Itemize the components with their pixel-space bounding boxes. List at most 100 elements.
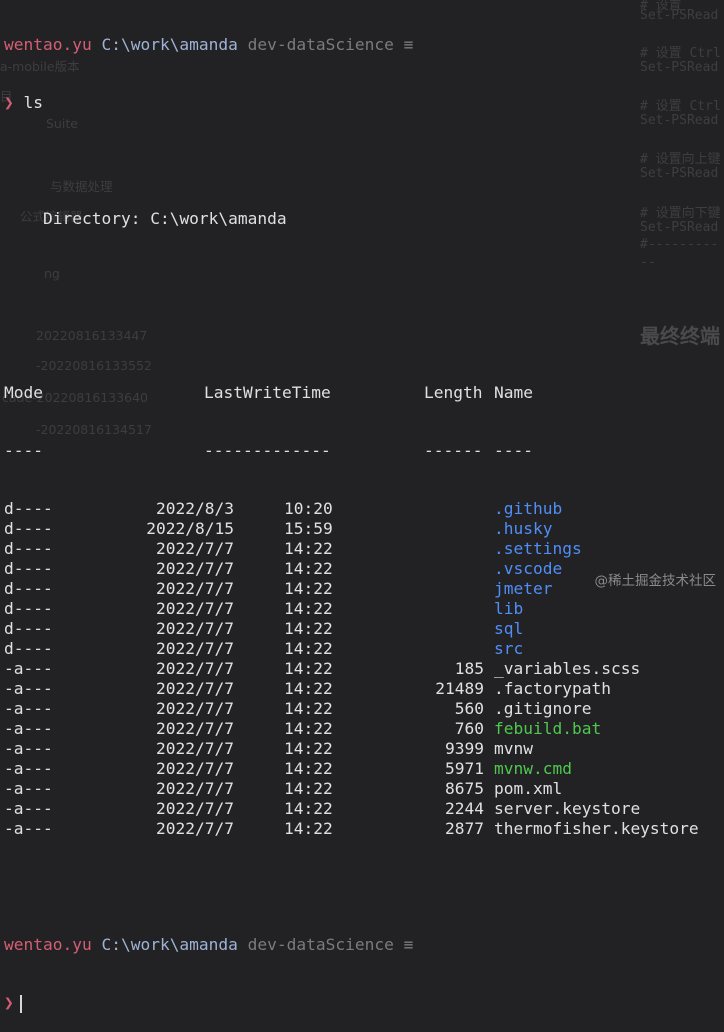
- row-name: server.keystore: [494, 799, 641, 818]
- ghost-text: --: [640, 255, 656, 270]
- row-time: 14:22: [284, 799, 333, 818]
- row-date: 2022/7/7: [156, 639, 234, 658]
- row-name: .factorypath: [494, 679, 611, 698]
- watermark: @稀土掘金技术社区: [594, 573, 717, 589]
- text-cursor[interactable]: [19, 994, 22, 1013]
- row-time: 14:22: [284, 779, 333, 798]
- table-row: d---- 2022/7/7 14:22 .settings: [4, 539, 582, 559]
- row-name: lib: [494, 599, 524, 618]
- command-text: ls: [23, 93, 44, 112]
- ghost-text: # 设置 Ctrl: [640, 46, 721, 61]
- input-line[interactable]: ❯: [4, 993, 413, 1013]
- row-length: 9399: [445, 739, 484, 758]
- row-name: .settings: [494, 539, 582, 558]
- table-row: -a--- 2022/7/7 14:22 9399 mvnw: [4, 739, 533, 759]
- git-status-icon: ≡: [403, 935, 414, 954]
- ghost-heading: 最终终端: [640, 324, 720, 348]
- table-row: d---- 2022/8/3 10:20 .github: [4, 499, 562, 519]
- row-name: febuild.bat: [494, 719, 602, 738]
- prompt-line: wentao.yu C:\work\amanda dev-dataScience…: [4, 935, 413, 955]
- row-mode: d----: [4, 519, 53, 538]
- terminal-output: wentao.yu C:\work\amanda dev-dataScience…: [4, 0, 699, 1032]
- command-line: ❯ ls: [4, 93, 413, 113]
- ghost-text: Set-PSRead: [640, 166, 719, 181]
- row-mode: -a---: [4, 699, 53, 718]
- row-time: 14:22: [284, 639, 333, 658]
- ghost-text: # 设置向上键: [640, 152, 721, 167]
- prompt-user: wentao.yu: [4, 35, 92, 54]
- row-date: 2022/7/7: [156, 699, 234, 718]
- row-date: 2022/7/7: [156, 559, 234, 578]
- row-mode: -a---: [4, 799, 53, 818]
- row-mode: d----: [4, 599, 53, 618]
- directory-label: Directory:: [42, 209, 141, 228]
- row-time: 14:22: [284, 819, 333, 838]
- header-lastwritetime: LastWriteTime: [204, 383, 331, 402]
- table-row: -a--- 2022/7/7 14:22 8675 pom.xml: [4, 779, 562, 799]
- row-date: 2022/7/7: [156, 619, 234, 638]
- row-name: .husky: [494, 519, 553, 538]
- table-row: -a--- 2022/7/7 14:22 21489 .factorypath: [4, 679, 611, 699]
- row-mode: -a---: [4, 679, 53, 698]
- table-row: d---- 2022/7/7 14:22 lib: [4, 599, 523, 619]
- row-name: .vscode: [494, 559, 563, 578]
- row-length: 21489: [435, 679, 484, 698]
- underline-mode: ----: [4, 441, 43, 460]
- table-row: -a--- 2022/7/7 14:22 2877 thermofisher.keyst…: [4, 819, 699, 839]
- row-time: 14:22: [284, 579, 333, 598]
- directory-line: Directory: C:\work\amanda: [4, 209, 413, 229]
- ghost-text: Set-PSRead: [640, 220, 719, 235]
- row-time: 14:22: [284, 599, 333, 618]
- row-length: 2877: [445, 819, 484, 838]
- row-name: sql: [494, 619, 524, 638]
- prompt-branch: dev-dataScience: [247, 35, 394, 54]
- file-list: d---- 2022/8/3 10:20 .github d---- 2022/8/15 1…: [4, 499, 699, 839]
- row-name: thermofisher.keystore: [494, 819, 699, 838]
- row-mode: d----: [4, 499, 53, 518]
- row-date: 2022/7/7: [156, 739, 234, 758]
- underline-lastwritetime: -------------: [204, 441, 331, 460]
- row-mode: -a---: [4, 659, 53, 678]
- ghost-text: Set-PSRead: [640, 113, 719, 128]
- table-row: -a--- 2022/7/7 14:22 185 _variables.scss: [4, 659, 640, 679]
- row-name: src: [494, 639, 524, 658]
- row-name: .github: [494, 499, 563, 518]
- prompt-branch: dev-dataScience: [247, 935, 394, 954]
- git-status-icon: ≡: [403, 35, 414, 54]
- row-date: 2022/7/7: [156, 659, 234, 678]
- row-name: _variables.scss: [494, 659, 641, 678]
- ghost-text: Set-PSRead: [640, 8, 719, 23]
- row-mode: -a---: [4, 739, 53, 758]
- ghost-text: # 设置向下键: [640, 206, 721, 221]
- header-name: Name: [494, 383, 533, 402]
- row-length: 185: [454, 659, 484, 678]
- prompt-caret-icon: ❯: [4, 993, 14, 1012]
- prompt-user: wentao.yu: [4, 935, 92, 954]
- table-header-underline: ---- ------------- ------ ----: [4, 441, 533, 461]
- row-mode: d----: [4, 559, 53, 578]
- row-date: 2022/8/3: [156, 499, 234, 518]
- table-row: d---- 2022/8/15 15:59 .husky: [4, 519, 552, 539]
- underline-name: ----: [494, 441, 533, 460]
- prompt-caret-icon: ❯: [4, 93, 14, 112]
- row-length: 2244: [445, 799, 484, 818]
- row-length: 560: [454, 699, 484, 718]
- row-name: jmeter: [494, 579, 553, 598]
- row-mode: -a---: [4, 779, 53, 798]
- row-mode: d----: [4, 579, 53, 598]
- table-row: d---- 2022/7/7 14:22 sql: [4, 619, 523, 639]
- row-time: 14:22: [284, 739, 333, 758]
- table-header: Mode LastWriteTime Length Name: [4, 383, 533, 403]
- row-time: 10:20: [284, 499, 333, 518]
- ghost-text: # 设置 Ctrl: [640, 99, 721, 114]
- row-time: 14:22: [284, 619, 333, 638]
- row-mode: -a---: [4, 759, 53, 778]
- row-name: mvnw: [494, 739, 533, 758]
- row-name: pom.xml: [494, 779, 563, 798]
- row-mode: d----: [4, 539, 53, 558]
- row-time: 14:22: [284, 719, 333, 738]
- row-length: 5971: [445, 759, 484, 778]
- row-mode: -a---: [4, 719, 53, 738]
- prompt-line: wentao.yu C:\work\amanda dev-dataScience…: [4, 35, 413, 55]
- ghost-text: #---------: [640, 237, 719, 252]
